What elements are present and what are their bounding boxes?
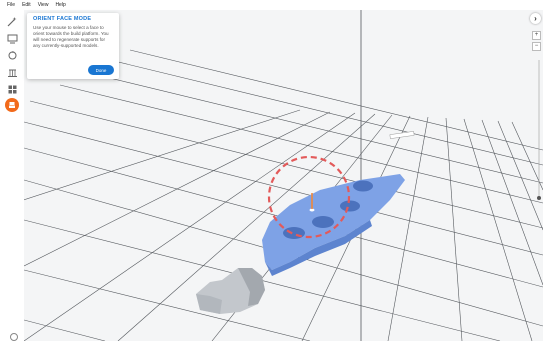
menu-help[interactable]: Help xyxy=(55,0,65,10)
menu-bar: File Edit View Help xyxy=(0,0,543,10)
menu-edit[interactable]: Edit xyxy=(22,0,31,10)
account-avatar-icon[interactable] xyxy=(10,333,18,341)
zoom-out-button[interactable]: − xyxy=(532,42,541,51)
popup-title: ORIENT FACE MODE xyxy=(33,16,92,22)
popup-body: Use your mouse to select a face to orien… xyxy=(33,25,109,48)
magic-wand-icon[interactable] xyxy=(5,14,19,28)
print-icon[interactable] xyxy=(5,98,19,112)
support-icon[interactable] xyxy=(5,65,19,79)
done-button[interactable]: Done xyxy=(88,65,114,75)
chevron-right-icon: › xyxy=(534,13,537,23)
orient-face-mode-popup: ORIENT FACE MODE Use your mouse to selec… xyxy=(27,13,119,79)
menu-view[interactable]: View xyxy=(38,0,49,10)
tool-sidebar xyxy=(0,10,24,341)
zoom-controls: + − xyxy=(532,31,541,51)
zoom-in-button[interactable]: + xyxy=(532,31,541,40)
monitor-icon[interactable] xyxy=(5,31,19,45)
panel-expand-button[interactable]: › xyxy=(530,13,541,24)
menu-file[interactable]: File xyxy=(7,0,15,10)
rotate-icon[interactable] xyxy=(5,48,19,62)
layout-icon[interactable] xyxy=(5,82,19,96)
